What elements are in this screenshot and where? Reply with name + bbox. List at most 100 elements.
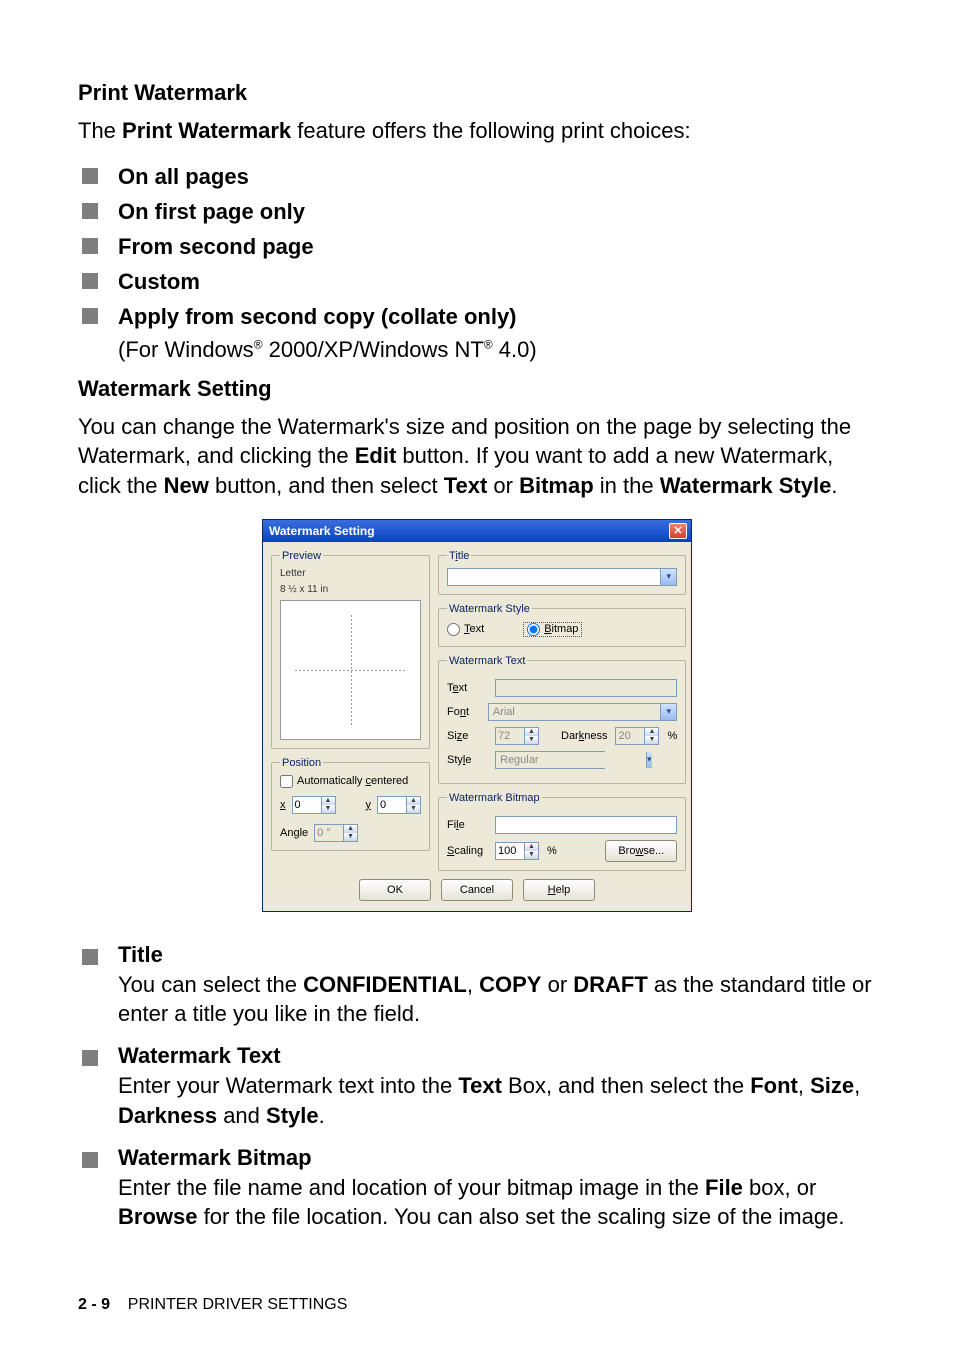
watermark-setting-paragraph: You can change the Watermark's size and … bbox=[78, 412, 876, 501]
style-text-radio[interactable] bbox=[447, 623, 460, 636]
size-input[interactable] bbox=[496, 728, 524, 744]
bullet-label: On first page only bbox=[118, 199, 305, 224]
style-bitmap-label: Bitmap bbox=[544, 623, 578, 635]
x-stepper[interactable]: ▲▼ bbox=[292, 796, 336, 814]
fil-post: e bbox=[459, 819, 465, 831]
b0-b1: CONFIDENTIAL bbox=[303, 972, 467, 997]
cancel-button[interactable]: Cancel bbox=[441, 879, 513, 901]
b0-b2: COPY bbox=[479, 972, 541, 997]
sbl-u: B bbox=[544, 623, 551, 635]
close-button,close-icon[interactable]: ✕ bbox=[669, 523, 687, 539]
position-group: Position Automatically centered x ▲▼ bbox=[271, 757, 430, 851]
darkness-label: Darkness bbox=[561, 730, 607, 742]
browse-button[interactable]: Browse... bbox=[605, 840, 677, 862]
spin-down-icon[interactable]: ▼ bbox=[406, 805, 420, 813]
darkness-input[interactable] bbox=[616, 728, 644, 744]
spin-up-icon[interactable]: ▲ bbox=[524, 843, 538, 851]
chevron-down-icon[interactable]: ▾ bbox=[660, 704, 676, 720]
chevron-down-icon[interactable]: ▾ bbox=[660, 569, 676, 585]
b1-t4: , bbox=[854, 1073, 860, 1098]
y-input[interactable] bbox=[378, 797, 406, 813]
b2-b2: Browse bbox=[118, 1204, 197, 1229]
size-stepper[interactable]: ▲▼ bbox=[495, 727, 539, 745]
watermark-setting-dialog: Watermark Setting ✕ Preview Letter 8 ½ x… bbox=[262, 519, 692, 912]
spin-down-icon[interactable]: ▼ bbox=[644, 736, 658, 744]
bullet-subtext: (For Windows® 2000/XP/Windows NT® 4.0) bbox=[118, 333, 876, 366]
y-stepper[interactable]: ▲▼ bbox=[377, 796, 421, 814]
bullet-watermark-bitmap-def: Watermark Bitmap Enter the file name and… bbox=[78, 1145, 876, 1232]
stl2-pre: Sty bbox=[447, 754, 463, 766]
watermark-style-legend: Watermark Style bbox=[447, 603, 532, 615]
text-label: Text bbox=[447, 682, 487, 694]
angle-stepper[interactable]: ▲▼ bbox=[314, 824, 358, 842]
file-input[interactable] bbox=[495, 816, 677, 834]
hlp-u: H bbox=[548, 884, 556, 896]
p-t6: . bbox=[831, 473, 837, 498]
style-bitmap-radio[interactable] bbox=[527, 623, 540, 636]
spin-up-icon[interactable]: ▲ bbox=[321, 797, 335, 805]
b1-b1: Text bbox=[458, 1073, 502, 1098]
txl-post: xt bbox=[459, 682, 468, 694]
spin-down-icon[interactable]: ▼ bbox=[524, 736, 538, 744]
intro-pre: The bbox=[78, 118, 122, 143]
p-b3: Text bbox=[444, 473, 488, 498]
watermark-bitmap-legend: Watermark Bitmap bbox=[447, 792, 542, 804]
definition-bullets: Title You can select the CONFIDENTIAL, C… bbox=[78, 942, 876, 1232]
style-input[interactable] bbox=[496, 752, 646, 768]
style-bitmap-radio-row[interactable]: Bitmap bbox=[524, 623, 581, 636]
sbl-post: itmap bbox=[552, 623, 579, 635]
angle-label: Angle bbox=[280, 827, 308, 839]
spin-up-icon[interactable]: ▲ bbox=[406, 797, 420, 805]
x-input[interactable] bbox=[293, 797, 321, 813]
spin-down-icon[interactable]: ▼ bbox=[321, 805, 335, 813]
darkness-stepper[interactable]: ▲▼ bbox=[615, 727, 659, 745]
b2-t3: for the file location. You can also set … bbox=[197, 1204, 844, 1229]
auto-centered-checkbox[interactable] bbox=[280, 775, 293, 788]
style-combobox[interactable]: ▾ bbox=[495, 751, 605, 769]
title-group: Title ▾ bbox=[438, 550, 686, 595]
scaling-input[interactable] bbox=[496, 843, 524, 859]
spin-down-icon[interactable]: ▼ bbox=[343, 833, 357, 841]
preview-legend: Preview bbox=[280, 550, 323, 562]
auto-centered-row[interactable]: Automatically centered bbox=[280, 775, 421, 788]
bullet-body: Enter the file name and location of your… bbox=[118, 1175, 844, 1230]
p-b5: Watermark Style bbox=[660, 473, 832, 498]
fnl-pre: Fo bbox=[447, 706, 460, 718]
angle-input[interactable] bbox=[315, 825, 343, 841]
stl2-post: e bbox=[465, 754, 471, 766]
percent-label: % bbox=[667, 730, 677, 742]
bullet-label: Apply from second copy (collate only) bbox=[118, 304, 517, 329]
font-combobox[interactable]: ▾ bbox=[488, 703, 677, 721]
watermark-style-group: Watermark Style Text Bitmap bbox=[438, 603, 686, 647]
dialog-titlebar: Watermark Setting ✕ bbox=[263, 520, 691, 542]
bullet-custom: Custom bbox=[78, 265, 876, 298]
scaling-stepper[interactable]: ▲▼ bbox=[495, 842, 539, 860]
preview-group: Preview Letter 8 ½ x 11 in bbox=[271, 550, 430, 749]
spin-down-icon[interactable]: ▼ bbox=[524, 851, 538, 859]
bullet-title-def: Title You can select the CONFIDENTIAL, C… bbox=[78, 942, 876, 1029]
bullet-label: Custom bbox=[118, 269, 200, 294]
ok-button[interactable]: OK bbox=[359, 879, 431, 901]
auto-centered-label: Automatically centered bbox=[297, 775, 408, 787]
spin-up-icon[interactable]: ▲ bbox=[644, 728, 658, 736]
bullet-body: You can select the CONFIDENTIAL, COPY or… bbox=[118, 972, 872, 1027]
chevron-down-icon[interactable]: ▾ bbox=[646, 752, 652, 768]
spin-up-icon[interactable]: ▲ bbox=[524, 728, 538, 736]
title-combobox[interactable]: ▾ bbox=[447, 568, 677, 586]
sub-post: 4.0) bbox=[493, 337, 537, 362]
font-label: Font bbox=[447, 706, 480, 718]
font-input[interactable] bbox=[489, 704, 660, 720]
fnl-post: t bbox=[466, 706, 469, 718]
bullet-from-second-page: From second page bbox=[78, 230, 876, 263]
fil-pre: Fi bbox=[447, 819, 456, 831]
b1-t3: , bbox=[798, 1073, 810, 1098]
help-button[interactable]: Help bbox=[523, 879, 595, 901]
style-text-radio-row[interactable]: Text bbox=[447, 623, 484, 636]
text-input[interactable] bbox=[495, 679, 677, 697]
b2-t2: box, or bbox=[743, 1175, 816, 1200]
spin-up-icon[interactable]: ▲ bbox=[343, 825, 357, 833]
p-t5: in the bbox=[594, 473, 660, 498]
title-input[interactable] bbox=[448, 569, 660, 585]
position-legend: Position bbox=[280, 757, 323, 769]
p-b2: New bbox=[164, 473, 209, 498]
